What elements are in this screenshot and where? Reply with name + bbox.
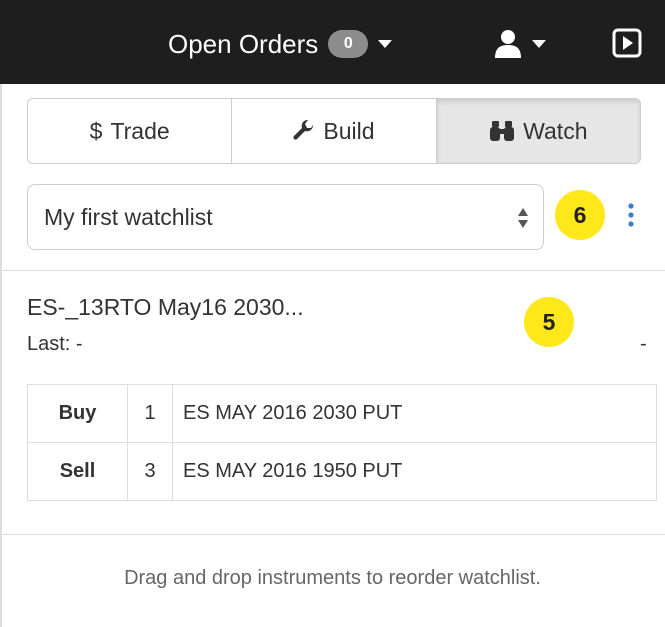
vertical-ellipsis-icon (628, 203, 634, 227)
table-row: Sell 3 ES MAY 2016 1950 PUT (27, 442, 657, 501)
open-orders-label: Open Orders (168, 28, 319, 59)
leg-action: Buy (27, 384, 128, 443)
leg-quantity: 1 (127, 384, 173, 443)
tab-trade[interactable]: $ Trade (28, 99, 233, 163)
divider (0, 534, 665, 535)
instrument-last-value: - (640, 333, 647, 355)
callout-badge-5: 5 (524, 297, 574, 347)
tab-build[interactable]: Build (232, 99, 437, 163)
user-menu-dropdown[interactable] (494, 28, 546, 60)
open-orders-dropdown[interactable]: Open Orders 0 (168, 24, 393, 64)
instrument-last-label: Last: - (27, 333, 83, 355)
user-icon (495, 30, 521, 58)
binoculars-icon (489, 120, 515, 142)
leg-action: Sell (27, 442, 128, 501)
tab-watch-label: Watch (523, 117, 588, 144)
watchlist-menu-button[interactable] (624, 200, 638, 230)
select-arrows-icon (518, 208, 528, 228)
dollar-icon: $ (89, 117, 103, 144)
reorder-hint: Drag and drop instruments to reorder wat… (124, 567, 541, 589)
tab-trade-label: Trade (110, 117, 170, 144)
chevron-down-icon (532, 40, 546, 48)
play-square-icon (612, 28, 642, 58)
watchlist-select-value: My first watchlist (44, 203, 213, 230)
tab-watch[interactable]: Watch (436, 99, 640, 163)
chevron-down-icon (378, 40, 393, 48)
tab-build-label: Build (323, 117, 375, 144)
leg-description: ES MAY 2016 1950 PUT (172, 442, 657, 501)
wrench-icon (293, 120, 315, 142)
table-row: Buy 1 ES MAY 2016 2030 PUT (27, 384, 657, 443)
divider (0, 270, 665, 271)
leg-description: ES MAY 2016 2030 PUT (172, 384, 657, 443)
instrument-legs-table: Buy 1 ES MAY 2016 2030 PUT Sell 3 ES MAY… (27, 384, 657, 501)
play-square-button[interactable] (612, 28, 642, 58)
leg-quantity: 3 (127, 442, 173, 501)
panel-left-border (0, 84, 2, 627)
open-orders-count-badge: 0 (328, 30, 369, 58)
callout-badge-6: 6 (555, 190, 605, 240)
mode-tabs: $ Trade Build Watch (27, 98, 641, 164)
instrument-title[interactable]: ES-_13RTO May16 2030... (27, 294, 304, 321)
watchlist-select[interactable]: My first watchlist (27, 184, 544, 250)
top-navbar: Open Orders 0 (0, 0, 665, 84)
